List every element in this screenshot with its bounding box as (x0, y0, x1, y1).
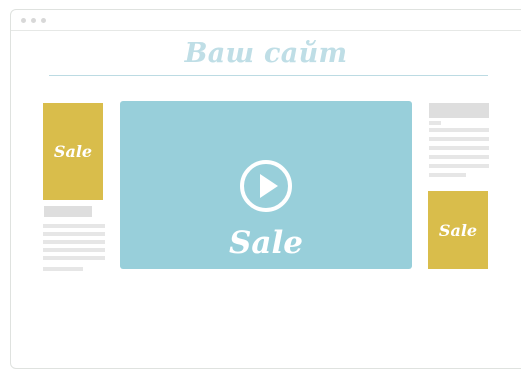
title-divider (49, 75, 488, 76)
window-dot-icon[interactable] (21, 18, 26, 23)
placeholder-text-line (429, 164, 489, 168)
left-banner-label: Sale (53, 142, 93, 161)
left-sale-banner[interactable]: Sale (43, 103, 103, 200)
right-sale-banner[interactable]: Sale (428, 191, 488, 269)
right-banner-label: Sale (438, 220, 478, 240)
placeholder-text-line (43, 224, 105, 228)
site-title: Ваш сайт (184, 38, 348, 69)
placeholder-heading (429, 103, 489, 118)
window-dot-icon[interactable] (41, 18, 46, 23)
placeholder-text-line (429, 121, 441, 125)
placeholder-text-line (43, 267, 83, 271)
placeholder-heading (44, 206, 92, 217)
window-dot-icon[interactable] (31, 18, 36, 23)
video-sale-label: Sale (229, 225, 303, 261)
placeholder-text-line (429, 137, 489, 141)
placeholder-text-line (429, 173, 466, 177)
placeholder-text-line (429, 146, 489, 150)
browser-window: Ваш сайт Sale Sale Sale (10, 9, 521, 369)
placeholder-text-line (43, 248, 105, 252)
play-icon[interactable] (239, 159, 293, 213)
window-titlebar (11, 10, 521, 31)
placeholder-text-line (429, 155, 489, 159)
placeholder-text-line (43, 240, 105, 244)
placeholder-text-line (43, 256, 105, 260)
video-ad[interactable]: Sale (120, 101, 412, 269)
placeholder-text-line (43, 232, 105, 236)
placeholder-text-line (429, 128, 489, 132)
